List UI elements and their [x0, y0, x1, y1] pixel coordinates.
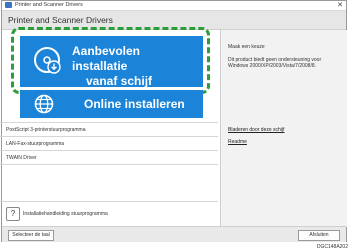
- exit-button[interactable]: Afsluiten: [298, 230, 340, 241]
- option-twain[interactable]: TWAIN Driver: [0, 150, 218, 164]
- install-guide-row[interactable]: ? Installatiehandleiding stuurprogramma: [0, 201, 218, 226]
- footer-bar: Selecteer de taal Afsluiten: [2, 226, 346, 242]
- readme-link[interactable]: Readme: [228, 139, 247, 146]
- online-install-label: Online installeren: [84, 97, 185, 111]
- option-postscript-label: PostScript 3-printerstuurprogramma: [6, 127, 86, 133]
- option-lan-fax[interactable]: LAN-Fax-stuurprogramma: [0, 136, 218, 150]
- help-icon[interactable]: ?: [6, 207, 20, 221]
- header-title: Printer and Scanner Drivers: [8, 15, 113, 25]
- option-lan-fax-label: LAN-Fax-stuurprogramma: [6, 141, 65, 147]
- app-icon: [5, 2, 12, 8]
- install-guide-label: Installatiehandleiding stuurprogramma: [23, 211, 108, 217]
- close-icon[interactable]: ✕: [337, 1, 343, 10]
- online-install-button[interactable]: Online installeren: [20, 90, 203, 118]
- image-code: DGC148A202: [316, 244, 348, 250]
- select-language-button[interactable]: Selecteer de taal: [8, 230, 54, 241]
- option-divider: [0, 164, 218, 165]
- globe-icon: [34, 94, 54, 114]
- option-twain-label: TWAIN Driver: [6, 155, 37, 161]
- highlight-frame: [11, 27, 210, 94]
- title-bar: Printer and Scanner Drivers ✕: [2, 1, 346, 11]
- window-title: Printer and Scanner Drivers: [15, 2, 83, 8]
- browse-disc-link[interactable]: Bladeren door deze schijf: [228, 127, 284, 134]
- info-line2: Windows 2000/XP/2003/Vista/7/2008/8.: [228, 63, 317, 69]
- info-title: Maak een keuze: [228, 44, 265, 50]
- option-postscript[interactable]: PostScript 3-printerstuurprogramma: [0, 122, 218, 136]
